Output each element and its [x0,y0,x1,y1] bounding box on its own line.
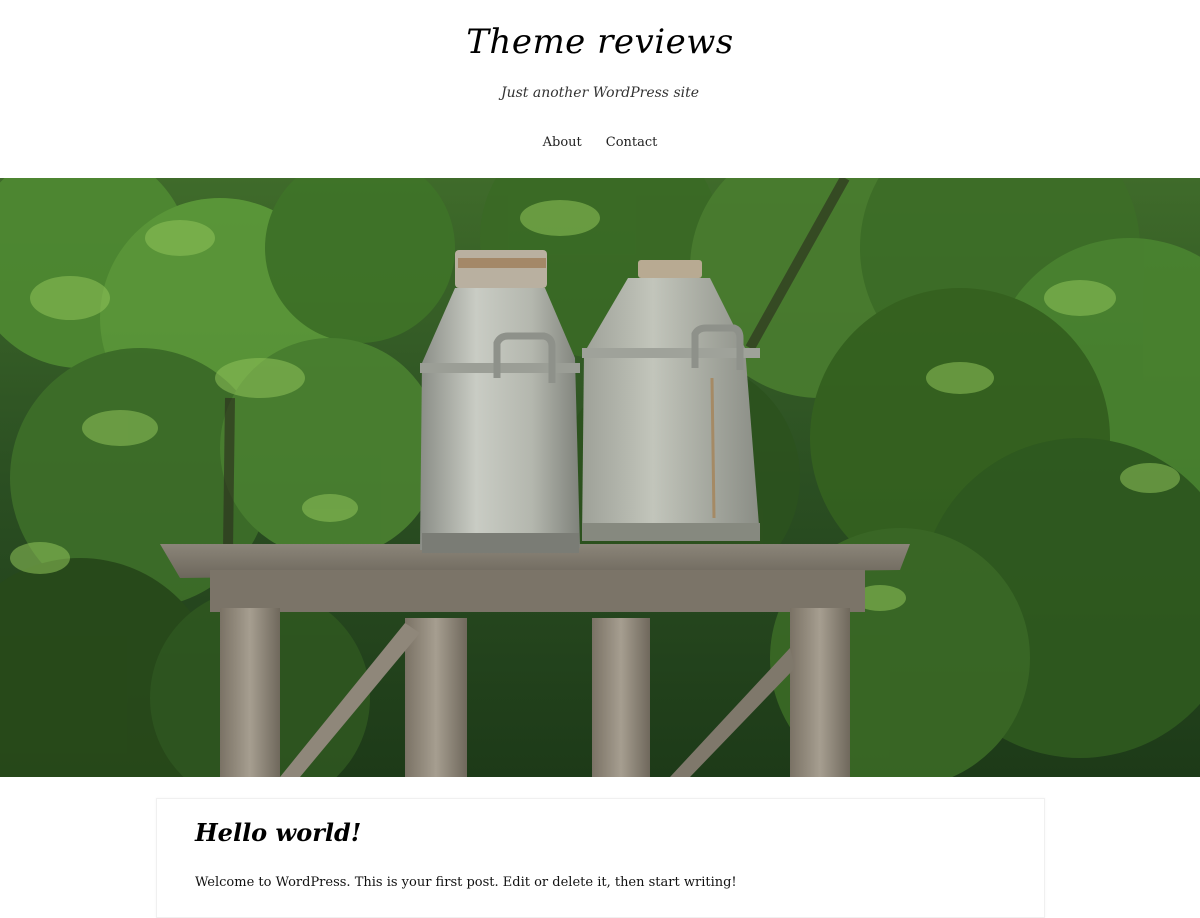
site-header: Theme reviews Just another WordPress sit… [0,0,1200,178]
post-title-link[interactable]: Hello world! [195,818,361,847]
post-excerpt: Welcome to WordPress. This is your first… [195,875,737,890]
nav-item-about[interactable]: About [543,132,582,154]
header-image [0,178,1200,777]
nav-item-contact[interactable]: Contact [606,132,658,154]
post-card: Hello world! Welcome to WordPress. This … [156,798,1045,918]
main-navigation: About Contact [0,132,1200,154]
site-title-link[interactable]: Theme reviews [466,22,734,62]
site-title: Theme reviews [0,18,1200,66]
site-description: Just another WordPress site [500,85,700,101]
post-title: Hello world! [195,815,361,851]
milk-cans-photo [0,178,1200,777]
